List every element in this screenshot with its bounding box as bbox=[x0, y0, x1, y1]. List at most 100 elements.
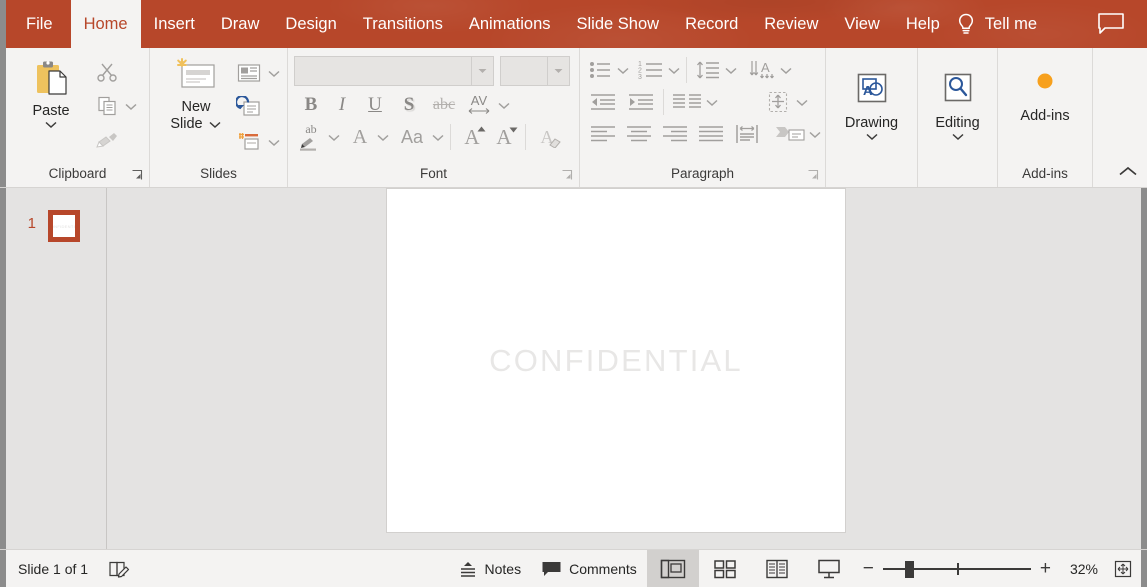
slide-canvas-pane[interactable]: CONFIDENTIAL bbox=[107, 188, 1141, 549]
editing-button[interactable]: Editing bbox=[924, 62, 991, 141]
paragraph-dialog-launcher-icon[interactable] bbox=[807, 169, 819, 181]
drawing-chevron-down-icon[interactable] bbox=[865, 132, 879, 141]
text-shadow-button[interactable]: S bbox=[392, 90, 426, 120]
text-direction-button[interactable]: A bbox=[745, 56, 779, 84]
chevron-up-icon[interactable] bbox=[1117, 165, 1139, 178]
columns-button[interactable] bbox=[669, 88, 705, 116]
align-center-button[interactable] bbox=[622, 120, 656, 148]
font-color-chevron-down-icon[interactable] bbox=[376, 133, 390, 142]
layout-chevron-down-icon[interactable] bbox=[267, 69, 281, 78]
align-left-button[interactable] bbox=[586, 120, 620, 148]
highlight-chevron-down-icon[interactable] bbox=[327, 133, 341, 142]
zoom-in-button[interactable]: + bbox=[1040, 558, 1051, 580]
text-highlight-button[interactable]: ab bbox=[296, 122, 326, 152]
drawing-button[interactable]: A Drawing bbox=[832, 62, 911, 141]
text-fit-button[interactable] bbox=[730, 120, 764, 148]
addins-button[interactable]: Add-ins bbox=[1004, 66, 1086, 125]
align-text-button[interactable] bbox=[761, 88, 795, 116]
bullets-chevron-down-icon[interactable] bbox=[616, 66, 630, 75]
tab-draw[interactable]: Draw bbox=[208, 0, 273, 48]
tab-transitions[interactable]: Transitions bbox=[350, 0, 456, 48]
character-spacing-button[interactable]: AV bbox=[462, 90, 496, 120]
bold-button[interactable]: B bbox=[296, 90, 326, 120]
view-slide-show-button[interactable] bbox=[803, 550, 855, 587]
text-shadow-label: S bbox=[404, 94, 415, 116]
tab-design[interactable]: Design bbox=[272, 0, 349, 48]
copy-button[interactable] bbox=[92, 91, 122, 121]
decrease-font-size-button[interactable]: A bbox=[488, 122, 520, 152]
font-color-button[interactable]: A bbox=[345, 122, 375, 152]
tab-help[interactable]: Help bbox=[893, 0, 953, 48]
fit-to-window-icon bbox=[1113, 559, 1133, 579]
zoom-percentage-label[interactable]: 32% bbox=[1060, 561, 1098, 577]
font-name-input[interactable] bbox=[294, 56, 494, 86]
reset-button[interactable] bbox=[234, 93, 264, 123]
section-chevron-down-icon[interactable] bbox=[267, 138, 281, 147]
font-dialog-launcher-icon[interactable] bbox=[561, 169, 573, 181]
new-slide-chevron-down-icon[interactable] bbox=[208, 120, 222, 129]
zoom-slider-thumb[interactable] bbox=[905, 561, 914, 578]
increase-font-size-button[interactable]: A bbox=[456, 122, 488, 152]
section-button[interactable] bbox=[234, 127, 264, 157]
tab-review[interactable]: Review bbox=[751, 0, 831, 48]
tab-insert[interactable]: Insert bbox=[141, 0, 208, 48]
zoom-slider[interactable] bbox=[883, 561, 1031, 577]
tab-record[interactable]: Record bbox=[672, 0, 751, 48]
numbering-chevron-down-icon[interactable] bbox=[667, 66, 681, 75]
increase-indent-button[interactable] bbox=[624, 88, 658, 116]
font-divider-2 bbox=[525, 124, 526, 150]
align-text-chevron-down-icon[interactable] bbox=[795, 98, 809, 107]
slide-editing-surface[interactable]: CONFIDENTIAL bbox=[386, 188, 846, 533]
line-spacing-button[interactable] bbox=[692, 56, 724, 84]
comments-button[interactable]: Comments bbox=[531, 550, 647, 587]
accessibility-checker-button[interactable] bbox=[98, 550, 140, 587]
character-spacing-chevron-down-icon[interactable] bbox=[497, 101, 511, 110]
convert-to-smartart-button[interactable] bbox=[772, 120, 808, 148]
thumbnail-list-item[interactable]: 1 CONFIDENTIAL bbox=[6, 200, 106, 242]
thumbnail-slide-1[interactable]: CONFIDENTIAL bbox=[48, 210, 80, 242]
numbering-button[interactable]: 1 2 3 bbox=[635, 56, 667, 84]
font-size-input[interactable] bbox=[500, 56, 570, 86]
bullets-button[interactable] bbox=[586, 56, 616, 84]
paste-button[interactable]: Paste bbox=[14, 54, 88, 129]
notes-button[interactable]: Notes bbox=[448, 550, 532, 587]
tab-file[interactable]: File bbox=[6, 0, 71, 48]
strikethrough-button[interactable]: abc bbox=[426, 90, 462, 120]
tell-me-search[interactable]: Tell me bbox=[953, 0, 1047, 48]
clipboard-dialog-launcher-icon[interactable] bbox=[131, 169, 143, 181]
underline-button[interactable]: U bbox=[358, 90, 392, 120]
tab-slide-show[interactable]: Slide Show bbox=[564, 0, 673, 48]
copy-chevron-down-icon[interactable] bbox=[124, 102, 138, 111]
tab-animations[interactable]: Animations bbox=[456, 0, 564, 48]
cut-button[interactable] bbox=[92, 57, 122, 87]
change-case-chevron-down-icon[interactable] bbox=[431, 133, 445, 142]
layout-button[interactable] bbox=[234, 58, 264, 88]
new-slide-button[interactable]: New Slide bbox=[160, 54, 232, 133]
clear-formatting-button[interactable]: A bbox=[531, 122, 563, 152]
chevron-down-icon[interactable] bbox=[44, 120, 58, 129]
view-normal-button[interactable] bbox=[647, 550, 699, 587]
change-case-button[interactable]: Aa bbox=[394, 122, 430, 152]
text-direction-chevron-down-icon[interactable] bbox=[779, 66, 793, 75]
font-size-dropdown-icon[interactable] bbox=[547, 57, 569, 85]
italic-button[interactable]: I bbox=[326, 90, 358, 120]
line-spacing-chevron-down-icon[interactable] bbox=[724, 66, 738, 75]
slide-count-indicator[interactable]: Slide 1 of 1 bbox=[6, 550, 98, 587]
view-slide-sorter-button[interactable] bbox=[699, 550, 751, 587]
slide-thumbnail-pane[interactable]: 1 CONFIDENTIAL bbox=[6, 188, 107, 549]
tab-view[interactable]: View bbox=[831, 0, 892, 48]
fit-to-window-button[interactable] bbox=[1113, 559, 1133, 579]
comments-titlebar-button[interactable] bbox=[1085, 0, 1137, 48]
smartart-chevron-down-icon[interactable] bbox=[808, 130, 822, 139]
zoom-out-button[interactable]: − bbox=[863, 558, 874, 580]
justify-button[interactable] bbox=[694, 120, 728, 148]
editing-chevron-down-icon[interactable] bbox=[951, 132, 965, 141]
tell-me-label-wrap[interactable]: Tell me bbox=[983, 16, 1047, 33]
view-reading-button[interactable] bbox=[751, 550, 803, 587]
format-painter-button[interactable] bbox=[92, 125, 122, 155]
decrease-indent-button[interactable] bbox=[586, 88, 620, 116]
columns-chevron-down-icon[interactable] bbox=[705, 98, 719, 107]
align-right-button[interactable] bbox=[658, 120, 692, 148]
font-name-dropdown-icon[interactable] bbox=[471, 57, 493, 85]
tab-home[interactable]: Home bbox=[71, 0, 141, 48]
